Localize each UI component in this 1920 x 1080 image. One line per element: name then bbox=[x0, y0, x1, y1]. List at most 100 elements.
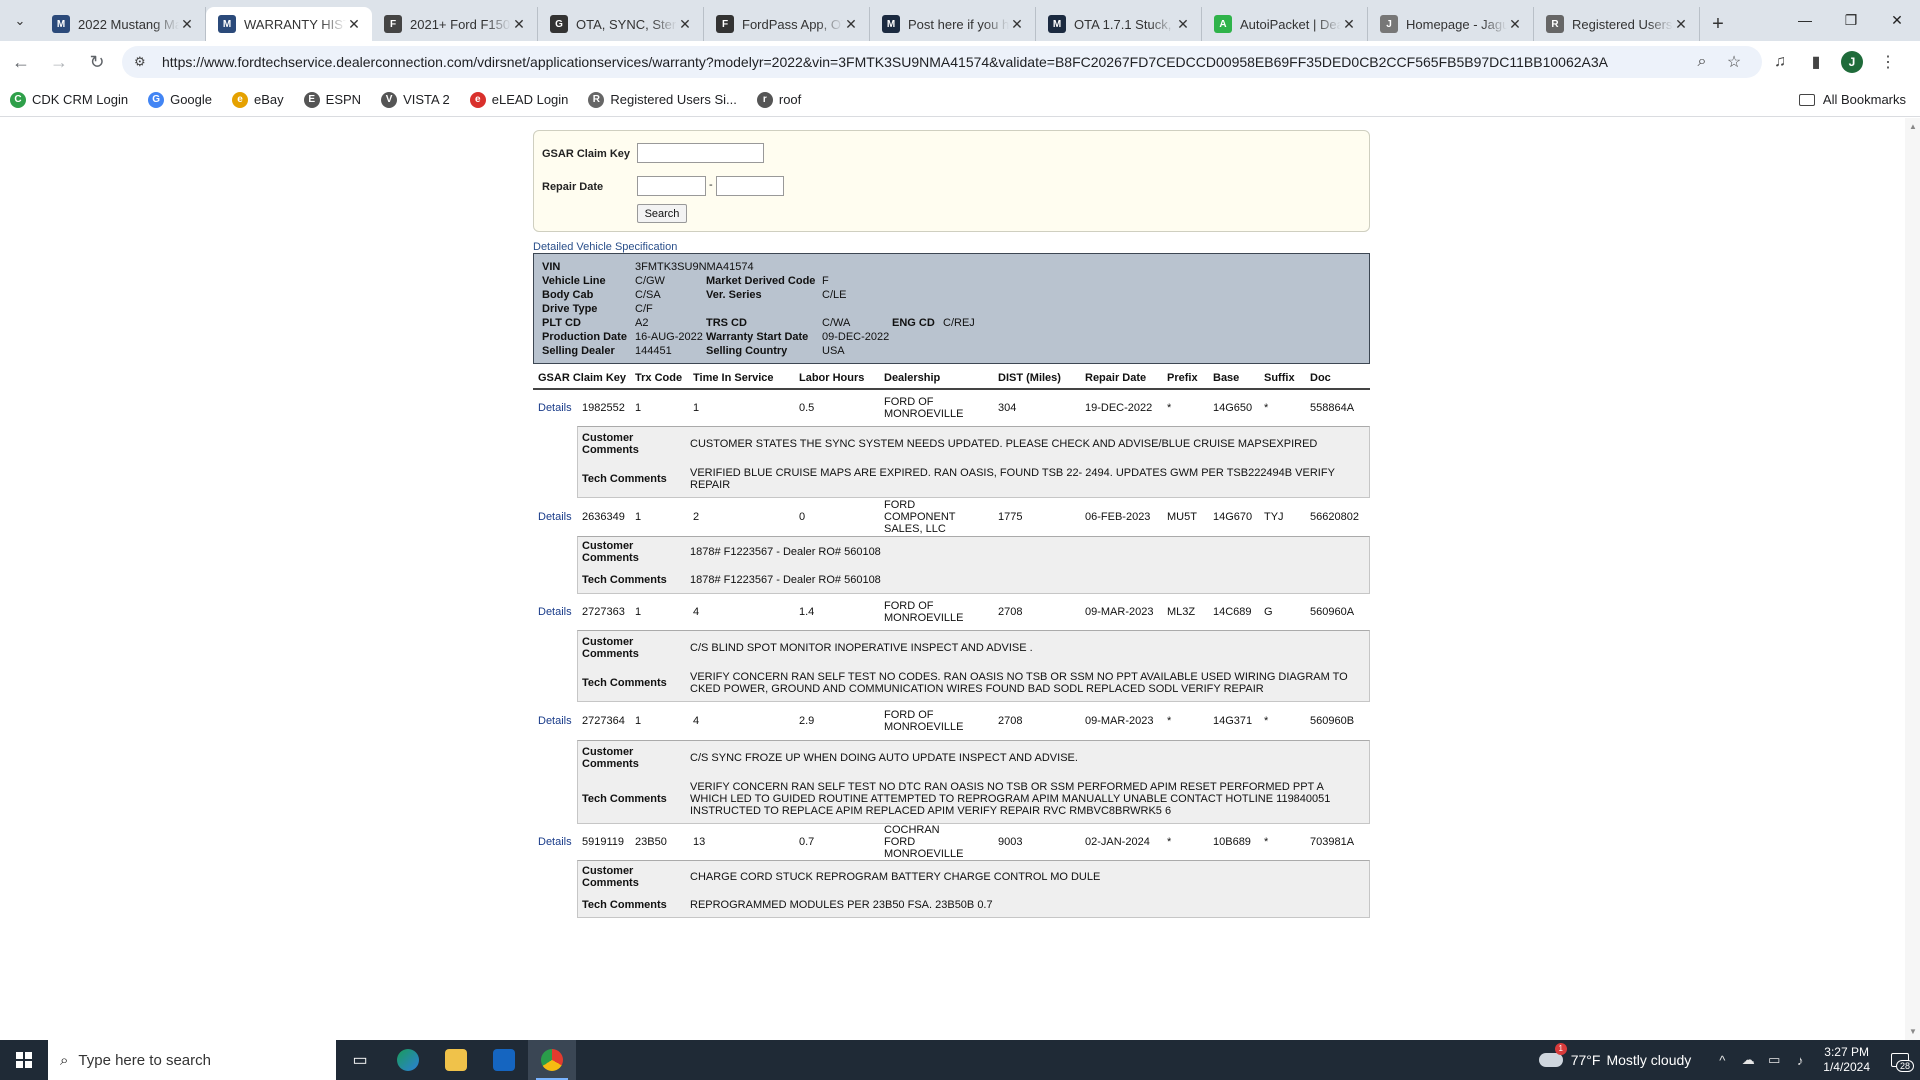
address-bar[interactable]: ⚙ https://www.fordtechservice.dealerconn… bbox=[122, 46, 1762, 78]
url-text[interactable]: https://www.fordtechservice.dealerconnec… bbox=[156, 54, 1686, 70]
bookmark-item[interactable]: e eBay bbox=[232, 91, 284, 108]
bookmark-star-icon[interactable]: ☆ bbox=[1718, 52, 1750, 72]
details-link[interactable]: Details bbox=[538, 715, 572, 727]
cell-labor: 0.7 bbox=[799, 836, 815, 848]
restore-icon[interactable]: ❐ bbox=[1828, 0, 1874, 40]
forward-arrow-icon[interactable]: → bbox=[42, 45, 76, 79]
bookmark-label: eLEAD Login bbox=[491, 92, 569, 107]
site-info-icon[interactable]: ⚙ bbox=[134, 54, 156, 70]
chrome-app-button[interactable] bbox=[528, 1040, 576, 1080]
customer-comments-row: Customer Comments C/S SYNC FROZE UP WHEN … bbox=[578, 741, 1369, 775]
customer-comments-text: 1878# F1223567 - Dealer RO# 560108 bbox=[690, 546, 881, 558]
edge-app-button[interactable] bbox=[384, 1040, 432, 1080]
details-link[interactable]: Details bbox=[538, 606, 572, 618]
side-panel-icon[interactable]: ▮ bbox=[1798, 45, 1834, 79]
tab-5[interactable]: M Post here if you have✕ bbox=[870, 7, 1036, 41]
new-tab-plus-icon[interactable]: + bbox=[1700, 7, 1736, 41]
all-bookmarks-button[interactable]: All Bookmarks bbox=[1798, 92, 1906, 107]
tab-0[interactable]: M 2022 Mustang Mach-E✕ bbox=[40, 7, 206, 41]
bookmark-favicon-icon: R bbox=[588, 91, 605, 108]
tab-close-icon[interactable]: ✕ bbox=[346, 16, 362, 33]
tab-2[interactable]: F 2021+ Ford F150 ✕ bbox=[372, 7, 538, 41]
cell-tis: 4 bbox=[693, 606, 700, 618]
claim-key-input[interactable] bbox=[637, 143, 764, 163]
trs-cd-value: C/WA bbox=[822, 317, 851, 329]
bookmark-item[interactable]: E ESPN bbox=[303, 91, 361, 108]
tab-close-icon[interactable]: ✕ bbox=[179, 16, 195, 33]
detailed-vehicle-spec-link[interactable]: Detailed Vehicle Specification bbox=[533, 241, 677, 253]
scroll-down-arrow-icon[interactable]: ▼ bbox=[1909, 1027, 1917, 1036]
cell-base: 14G650 bbox=[1213, 402, 1253, 414]
tab-3[interactable]: G OTA, SYNC, Stereo✕ bbox=[538, 7, 704, 41]
tab-close-icon[interactable]: ✕ bbox=[1673, 16, 1689, 33]
tab-1[interactable]: M WARRANTY HISTORY✕ bbox=[206, 7, 372, 41]
tab-6[interactable]: M OTA 1.7.1 Stuck, a ✕ bbox=[1036, 7, 1202, 41]
onedrive-cloud-icon[interactable]: ☁ bbox=[1737, 1052, 1759, 1068]
details-link[interactable]: Details bbox=[538, 511, 572, 523]
bookmark-label: VISTA 2 bbox=[403, 92, 450, 107]
page-scrollbar[interactable]: ▲ ▼ bbox=[1905, 118, 1920, 1040]
customer-comments-label: Customer Comments bbox=[582, 636, 639, 660]
tab-close-icon[interactable]: ✕ bbox=[1175, 16, 1191, 33]
tab-search-chevron-icon[interactable]: ⌄ bbox=[0, 1, 40, 41]
clock-time: 3:27 PM bbox=[1824, 1045, 1869, 1059]
close-window-icon[interactable]: ✕ bbox=[1874, 0, 1920, 40]
reload-icon[interactable]: ↻ bbox=[80, 45, 114, 79]
scroll-up-arrow-icon[interactable]: ▲ bbox=[1909, 122, 1917, 131]
profile-button[interactable]: J bbox=[1834, 45, 1870, 79]
claim-key-label: GSAR Claim Key bbox=[542, 148, 631, 160]
file-explorer-button[interactable] bbox=[432, 1040, 480, 1080]
tab-close-icon[interactable]: ✕ bbox=[677, 16, 693, 33]
bookmark-item[interactable]: e eLEAD Login bbox=[469, 91, 569, 108]
network-icon[interactable]: ▭ bbox=[1763, 1052, 1785, 1068]
tab-7[interactable]: A AutoiPacket | Dealer✕ bbox=[1202, 7, 1368, 41]
tech-comments-text: VERIFY CONCERN RAN SELF TEST NO DTC RAN … bbox=[690, 781, 1331, 817]
tech-comments-label: Tech Comments bbox=[582, 677, 667, 689]
start-button[interactable] bbox=[0, 1040, 48, 1080]
bookmark-item[interactable]: V VISTA 2 bbox=[381, 91, 450, 108]
repair-date-to-input[interactable] bbox=[716, 176, 784, 196]
menu-kebab-icon[interactable]: ⋮ bbox=[1870, 45, 1906, 79]
taskbar-search-box[interactable]: ⌕ Type here to search bbox=[48, 1040, 336, 1080]
tab-close-icon[interactable]: ✕ bbox=[1341, 16, 1357, 33]
zoom-magnifier-icon[interactable]: ⌕ bbox=[1686, 53, 1718, 71]
customer-comments-label: Customer Comments bbox=[582, 432, 639, 456]
bookmark-favicon-icon: V bbox=[381, 91, 398, 108]
media-control-icon[interactable]: ♫ bbox=[1762, 45, 1798, 79]
volume-icon[interactable]: ♪ bbox=[1789, 1053, 1811, 1068]
search-button[interactable]: Search bbox=[637, 204, 687, 223]
column-header: Doc bbox=[1310, 372, 1331, 384]
back-arrow-icon[interactable]: ← bbox=[4, 45, 38, 79]
drive-type-value: C/F bbox=[635, 303, 653, 315]
body-cab-label: Body Cab bbox=[542, 289, 594, 301]
cell-prefix: * bbox=[1167, 402, 1172, 414]
details-link[interactable]: Details bbox=[538, 836, 572, 848]
tab-title: Homepage - Jaguar bbox=[1406, 16, 1507, 32]
tab-close-icon[interactable]: ✕ bbox=[511, 16, 527, 33]
minimize-icon[interactable]: — bbox=[1782, 0, 1828, 40]
tab-close-icon[interactable]: ✕ bbox=[1009, 16, 1025, 33]
weather-widget[interactable]: 77°F Mostly cloudy bbox=[1538, 1043, 1691, 1068]
tab-close-icon[interactable]: ✕ bbox=[1507, 16, 1523, 33]
tab-9[interactable]: R Registered Users ✕ bbox=[1534, 7, 1700, 41]
tab-8[interactable]: J Homepage - Jaguar✕ bbox=[1368, 7, 1534, 41]
bookmark-item[interactable]: R Registered Users Si... bbox=[588, 91, 737, 108]
tech-comments-row: Tech Comments VERIFIED BLUE CRUISE MAPS A… bbox=[578, 461, 1369, 497]
bookmark-item[interactable]: r roof bbox=[756, 91, 801, 108]
bookmark-item[interactable]: C CDK CRM Login bbox=[10, 91, 128, 108]
chevron-up-icon[interactable]: ^ bbox=[1711, 1053, 1733, 1068]
tab-close-icon[interactable]: ✕ bbox=[843, 16, 859, 33]
clock[interactable]: 3:27 PM 1/4/2024 bbox=[1823, 1045, 1870, 1075]
notification-center-button[interactable]: 28 bbox=[1880, 1040, 1920, 1080]
outlook-app-button[interactable] bbox=[480, 1040, 528, 1080]
cell-dist: 1775 bbox=[998, 511, 1023, 523]
bookmark-favicon-icon: G bbox=[148, 91, 165, 108]
selling-country-label: Selling Country bbox=[706, 345, 788, 357]
bookmark-item[interactable]: G Google bbox=[148, 91, 212, 108]
tab-4[interactable]: F FordPass App, OTA✕ bbox=[704, 7, 870, 41]
repair-date-from-input[interactable] bbox=[637, 176, 706, 196]
details-link[interactable]: Details bbox=[538, 402, 572, 414]
cell-dist: 2708 bbox=[998, 715, 1023, 727]
task-view-button[interactable]: ▭ bbox=[336, 1040, 384, 1080]
edge-icon bbox=[397, 1049, 419, 1071]
